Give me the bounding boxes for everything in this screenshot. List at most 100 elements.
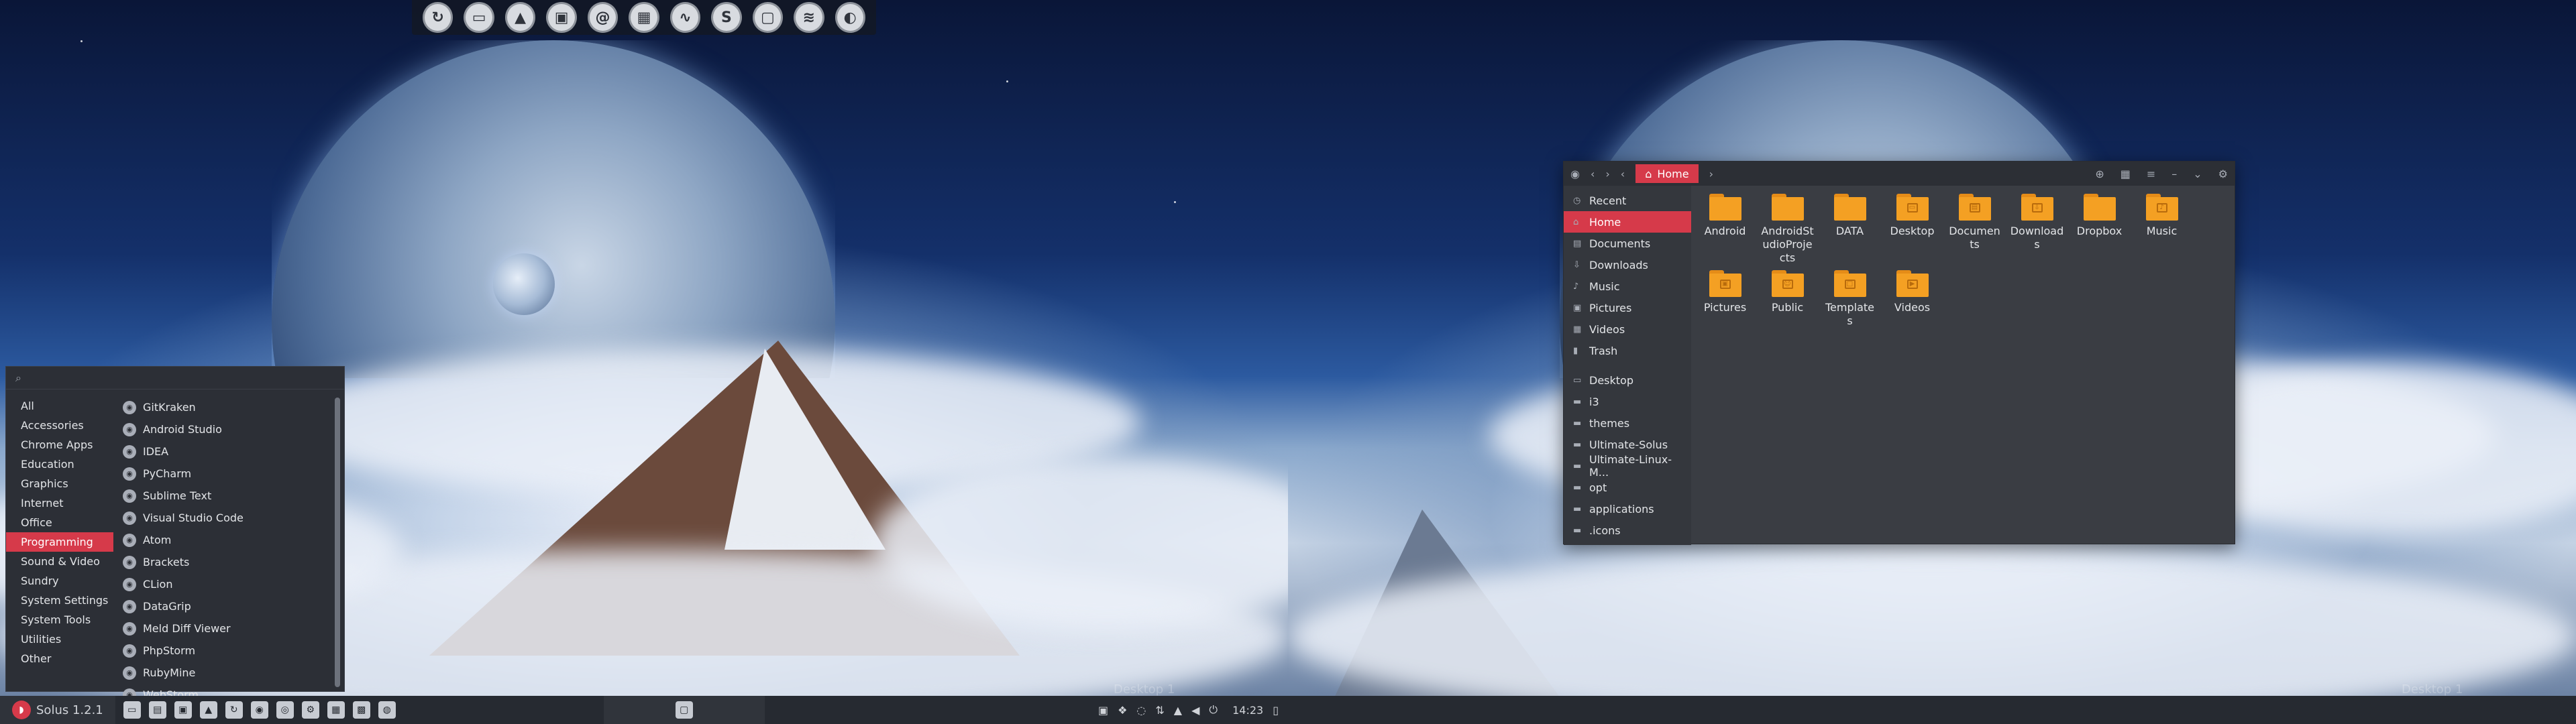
sidebar-item[interactable]: ▮ Trash [1564,340,1691,361]
app-item[interactable]: ◉ Sublime Text [113,485,344,507]
calculator-icon[interactable]: ▦ [629,2,659,33]
app-item[interactable]: ◉ Atom [113,529,344,551]
spotify-icon[interactable]: ≋ [794,2,824,33]
sidebar-bookmark[interactable]: ▬ Ultimate-Solus [1564,434,1691,455]
app-item[interactable]: ◉ GitKraken [113,396,344,418]
active-task[interactable]: ▢ [603,696,765,724]
network-icon[interactable]: ⇅ [1155,704,1164,717]
power-icon[interactable]: ⏻ [1209,703,1218,717]
app-item[interactable]: ◉ Visual Studio Code [113,507,344,529]
menu-search[interactable]: ⌕ [6,367,344,389]
notification-icon[interactable]: ▲ [1174,704,1182,717]
location-icon[interactable]: ⊕ [2095,168,2104,180]
folder-item[interactable]: ▤ Documents [1947,194,2002,265]
folder-item[interactable]: DATA [1823,194,1877,265]
category-item[interactable]: Sound & Video [6,552,113,571]
folder-item[interactable]: ▣ Pictures [1698,270,1752,328]
back-icon[interactable]: ‹ [1591,168,1595,180]
menu-button[interactable]: ◗ Solus 1.2.1 [0,696,115,724]
breadcrumb-left-icon[interactable]: ‹ [1621,168,1625,180]
sidebar-bookmark[interactable]: ▬ Ultimate-Linux-M... [1564,453,1691,479]
folder-item[interactable]: Android [1698,194,1752,265]
calculator-icon[interactable]: ▦ [327,701,345,719]
app-item[interactable]: ◉ CLion [113,573,344,595]
app-item[interactable]: ◉ RubyMine [113,662,344,684]
category-item[interactable]: System Tools [6,610,113,629]
app-item[interactable]: ◉ PhpStorm [113,640,344,662]
sidebar-bookmark[interactable]: ▬ applications [1564,498,1691,520]
notification-panel-icon[interactable]: ▯ [1273,704,1279,717]
sidebar-item[interactable]: ◷ Recent [1564,190,1691,211]
app-item[interactable]: ◉ PyCharm [113,463,344,485]
sync-icon[interactable]: ↻ [423,2,453,33]
sync-icon[interactable]: ↻ [225,701,243,719]
sidebar-bookmark[interactable]: ▬ themes [1564,412,1691,434]
folder-item[interactable]: Dropbox [2072,194,2127,265]
category-item[interactable]: Other [6,649,113,668]
app-item[interactable]: ◉ Android Studio [113,418,344,440]
photo-icon[interactable]: ▣ [1098,704,1108,717]
category-item[interactable]: Education [6,455,113,474]
app-item[interactable]: ◉ IDEA [113,440,344,463]
category-item[interactable]: Utilities [6,629,113,649]
app-item[interactable]: ◉ Meld Diff Viewer [113,617,344,640]
sidebar-bookmark[interactable]: ▬ .icons [1564,520,1691,541]
bulb-icon[interactable]: ◌ [1136,704,1146,717]
camera-icon[interactable]: ◍ [378,701,396,719]
category-item[interactable]: Office [6,513,113,532]
sidebar-item[interactable]: ⌂ Home [1564,211,1691,233]
inkscape-icon[interactable]: ▲ [504,2,536,33]
sidebar-bookmark[interactable]: ▬ i3 [1564,391,1691,412]
close-icon[interactable]: ⚙ [2218,168,2228,180]
sidebar-bookmark[interactable]: ▬ opt [1564,477,1691,498]
inkscape-icon[interactable]: ▲ [199,701,217,719]
maximize-icon[interactable]: ⌄ [2193,168,2202,180]
folder-item[interactable]: ♪ Music [2135,194,2189,265]
folder-item[interactable]: ▶ Videos [1885,270,1939,328]
sidebar-item[interactable]: ⇩ Downloads [1564,254,1691,276]
folder-item[interactable]: ▭ Desktop [1885,194,1939,265]
app-menu-icon[interactable]: ◉ [1570,168,1580,180]
system-monitor-icon[interactable]: ∿ [669,2,701,33]
sidebar-item[interactable]: ▣ Pictures [1564,297,1691,318]
forward-icon[interactable]: › [1605,168,1609,180]
category-item[interactable]: Programming [6,532,113,552]
settings-icon[interactable]: ⚙ [301,701,319,719]
mail-icon[interactable]: @ [587,2,619,33]
category-item[interactable]: Accessories [6,416,113,435]
list-view-icon[interactable]: ≡ [2147,168,2155,180]
folder-item[interactable]: □ Templates [1823,270,1877,328]
category-item[interactable]: Internet [6,493,113,513]
folder-item[interactable]: ☺ Public [1760,270,1815,328]
folder-item[interactable]: AndroidStudioProjects [1760,194,1815,265]
clock[interactable]: 14:23 [1232,704,1263,717]
app-item[interactable]: ◉ DataGrip [113,595,344,617]
skype-icon[interactable]: S [711,2,742,33]
grid-view-icon[interactable]: ▦ [2121,168,2131,180]
category-item[interactable]: System Settings [6,591,113,610]
category-item[interactable]: All [6,396,113,416]
folder-item[interactable]: ⇩ Downloads [2010,194,2064,265]
files-icon[interactable]: ▣ [174,701,192,719]
volume-icon[interactable]: ◀ [1191,704,1199,717]
category-item[interactable]: Graphics [6,474,113,493]
minimize-icon[interactable]: – [2171,168,2177,180]
screenshot-icon[interactable]: ▢ [752,2,784,33]
app-item[interactable]: ◉ Brackets [113,551,344,573]
image-viewer-icon[interactable]: ▣ [546,2,577,33]
grid-icon[interactable]: ▩ [352,701,370,719]
sidebar-item[interactable]: ▦ Videos [1564,318,1691,340]
terminal-icon[interactable]: ▭ [464,2,494,33]
breadcrumb-home[interactable]: ⌂ Home [1635,164,1699,183]
toggle-icon[interactable]: ◐ [835,2,865,33]
menu-scrollbar[interactable] [335,398,340,687]
breadcrumb-right-icon[interactable]: › [1709,168,1713,180]
show-desktop-icon[interactable]: ▭ [123,701,141,719]
gimp-icon[interactable]: ◉ [250,701,268,719]
sidebar-item[interactable]: ♪ Music [1564,276,1691,297]
sidebar-bookmark[interactable]: ▭ Desktop [1564,369,1691,391]
sidebar-item[interactable]: ▤ Documents [1564,233,1691,254]
category-item[interactable]: Sundry [6,571,113,591]
chrome-icon[interactable]: ◎ [276,701,294,719]
dropbox-icon[interactable]: ❖ [1118,704,1127,717]
